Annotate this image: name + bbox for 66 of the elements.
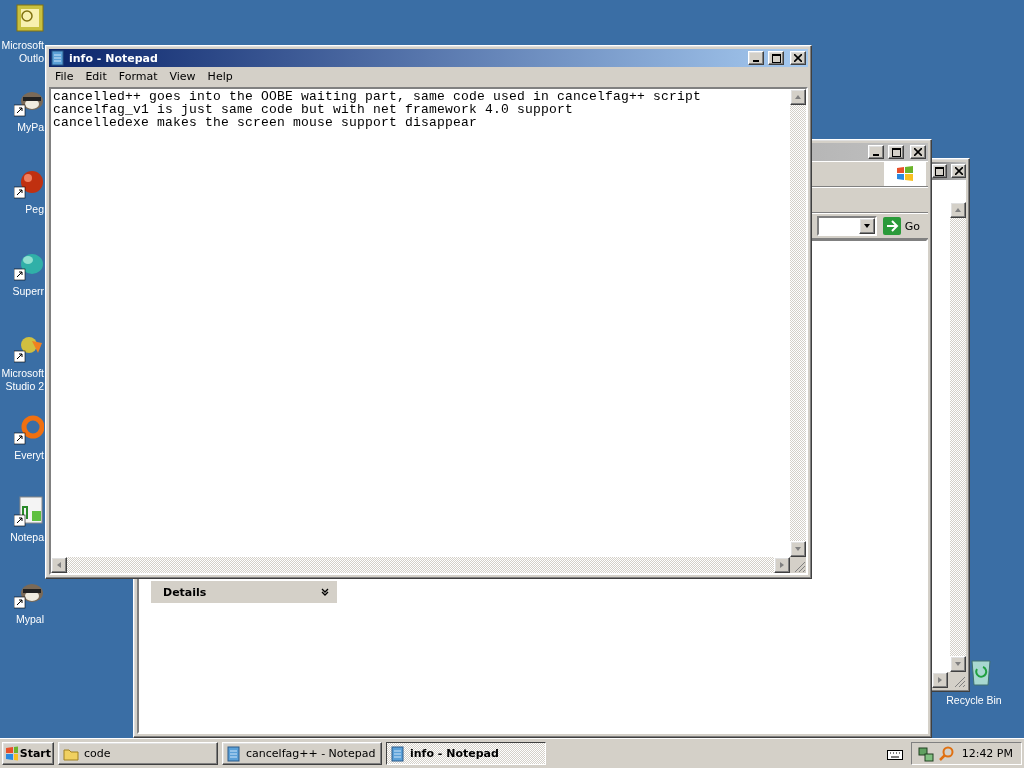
maximize-icon xyxy=(891,147,901,157)
close-icon xyxy=(794,54,802,62)
down-arrow-icon xyxy=(794,545,802,553)
taskbar-button[interactable]: cancelfag++ - Notepad xyxy=(222,742,382,765)
network-icon[interactable] xyxy=(917,745,934,762)
arrow-right-icon xyxy=(882,217,901,235)
desktop-icon-label: Mypal xyxy=(15,613,44,626)
dropdown-arrow-icon xyxy=(862,222,871,230)
vertical-scrollbar[interactable] xyxy=(790,89,806,557)
desktop-icon-label: Microsoft Studio 2 xyxy=(0,367,44,393)
vertical-scrollbar[interactable] xyxy=(950,202,966,672)
right-arrow-icon xyxy=(778,561,786,569)
horizontal-scrollbar[interactable] xyxy=(51,557,790,573)
notepad-plus-icon[interactable] xyxy=(14,495,44,527)
maximize-icon xyxy=(771,53,781,63)
notepad-icon xyxy=(51,50,65,66)
address-field[interactable] xyxy=(816,216,877,236)
menu-item[interactable]: Format xyxy=(112,70,164,83)
close-icon xyxy=(914,148,922,156)
details-panel-header[interactable]: Details xyxy=(151,581,337,603)
text-line: cancelfag_v1 is just same code but with net framework 4.0 support xyxy=(53,103,574,116)
desktop-icon-label: Peg xyxy=(24,203,44,216)
keyboard-icon[interactable] xyxy=(886,747,903,760)
ring-icon[interactable] xyxy=(14,413,44,445)
maximize-button[interactable] xyxy=(768,51,784,65)
minimize-button[interactable] xyxy=(748,51,764,65)
right-arrow-icon xyxy=(936,676,944,684)
up-arrow-icon xyxy=(954,206,962,214)
taskbar-button[interactable]: code xyxy=(58,742,218,765)
maximize-button[interactable] xyxy=(932,164,947,178)
maximize-icon xyxy=(935,166,944,176)
close-button[interactable] xyxy=(951,164,966,178)
text-line: cancelledexe makes the screen mouse support disappear xyxy=(53,116,479,129)
notepad-icon xyxy=(391,745,405,762)
window-title: info - Notepad xyxy=(69,51,159,65)
clock: 12:42 PM xyxy=(961,747,1013,760)
resize-grip-icon xyxy=(954,676,966,688)
panel-title: Details xyxy=(163,585,207,599)
desktop-icon-label: Microsoft Outlo xyxy=(0,39,44,65)
calendar-icon[interactable] xyxy=(14,3,44,35)
desktop-icon-label: Notepa xyxy=(9,531,44,544)
left-arrow-icon xyxy=(55,561,63,569)
start-button[interactable]: Start xyxy=(2,742,54,765)
down-arrow-icon xyxy=(954,660,962,668)
maximize-button[interactable] xyxy=(888,145,904,159)
chevron-down-icon xyxy=(321,588,329,596)
windows-logo-icon xyxy=(896,166,914,182)
desktop-icon-label: Everyt xyxy=(13,449,44,462)
up-arrow-icon xyxy=(794,93,802,101)
notepad-icon xyxy=(227,745,241,762)
menu-item[interactable]: File xyxy=(49,70,80,83)
minimize-button[interactable] xyxy=(868,145,884,159)
close-icon xyxy=(954,167,963,175)
text-line: cancelled++ goes into the OOBE waiting part, same code used in cancelfag++ script xyxy=(53,90,703,103)
go-button[interactable]: Go xyxy=(880,215,926,237)
desktop-icon-label: MyPa xyxy=(16,121,44,134)
desktop-icon-label: Recycle Bin xyxy=(946,694,1002,706)
menu-item[interactable]: View xyxy=(163,70,202,83)
close-button[interactable] xyxy=(910,145,926,159)
desktop-icon-label: Superr xyxy=(11,285,44,298)
menu-item[interactable]: Help xyxy=(201,70,239,83)
windows-logo-icon xyxy=(5,745,18,762)
folder-icon xyxy=(63,746,79,761)
menu-item[interactable]: Edit xyxy=(79,70,113,83)
close-button[interactable] xyxy=(790,51,806,65)
taskbar-button[interactable]: info - Notepad xyxy=(386,742,546,765)
